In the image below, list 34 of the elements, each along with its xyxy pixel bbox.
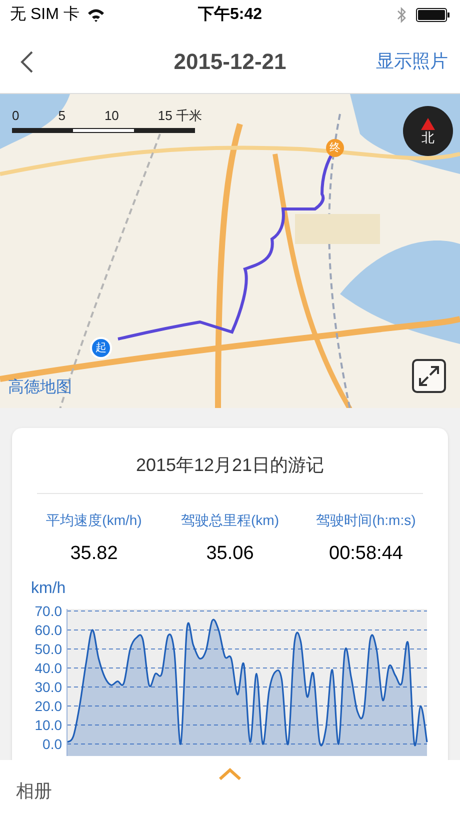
scale-label: 0: [12, 107, 20, 125]
y-tick-label: 40.0: [34, 660, 62, 676]
bluetooth-icon: [397, 7, 406, 23]
expand-button[interactable]: [412, 359, 446, 393]
stat-label: 驾驶总里程(km): [181, 511, 279, 530]
scale-label: 10: [104, 107, 119, 125]
y-tick-label: 50.0: [34, 640, 62, 656]
map-logo: 高德地图: [8, 378, 72, 398]
y-tick-label: 10.0: [34, 716, 62, 732]
scale-label: 15 千米: [158, 107, 202, 125]
stat-value: 00:58:44: [329, 542, 403, 566]
y-tick-label: 0.0: [42, 736, 62, 752]
carrier-label: 无 SIM 卡: [10, 4, 80, 25]
page-title: 2015-12-21: [174, 48, 286, 76]
axis-unit: km/h: [31, 578, 66, 598]
summary-title: 2015年12月21日的游记: [136, 454, 324, 477]
compass-label: 北: [422, 130, 434, 144]
y-tick-label: 20.0: [34, 698, 62, 714]
wifi-icon: [87, 8, 106, 22]
chevron-left-icon: [20, 50, 34, 74]
stat-value: 35.06: [206, 542, 254, 566]
stat-label: 驾驶时间(h:m:s): [316, 511, 416, 530]
north-arrow-icon: [421, 118, 435, 130]
y-tick-label: 60.0: [34, 622, 62, 638]
stat-value: 35.82: [70, 542, 118, 566]
status-time: 下午5:42: [198, 4, 262, 25]
scale-label: 5: [58, 107, 66, 125]
battery-icon: [416, 8, 450, 22]
expand-icon: [418, 365, 440, 387]
y-tick-label: 70.0: [34, 602, 62, 618]
album-label[interactable]: 相册: [16, 778, 52, 804]
show-photos-link[interactable]: 显示照片: [376, 48, 448, 75]
stat-label: 平均速度(km/h): [46, 511, 142, 530]
y-tick-label: 30.0: [34, 678, 62, 694]
